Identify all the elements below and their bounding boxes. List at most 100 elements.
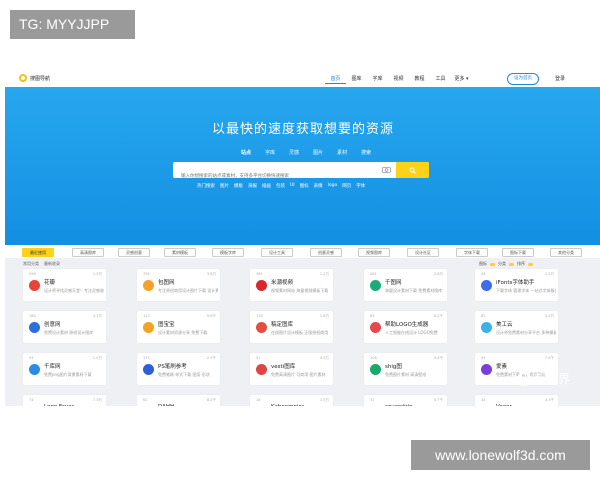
site-card[interactable]: 361 1.2万 米潮视频 视频素材网站 海量视频模板下载 bbox=[250, 269, 333, 301]
hot-keyword[interactable]: 包装 bbox=[276, 183, 285, 189]
card-like-count: 180 bbox=[29, 314, 36, 318]
site-card[interactable]: 62 5.2万 美工云 设计师免费素材分享平台 多种模板 bbox=[475, 311, 558, 343]
card-description: 免费图片素材 高清壁纸 bbox=[385, 372, 427, 377]
card-title: 创意网 bbox=[44, 322, 61, 328]
tab-design-tools[interactable]: 设计工具 bbox=[261, 248, 293, 257]
hot-keyword[interactable]: 表情 bbox=[314, 183, 323, 189]
card-visit-count: 1.8万 bbox=[319, 314, 329, 318]
nav-item-tutorial[interactable]: 教程 bbox=[409, 75, 430, 84]
hot-keyword[interactable]: 图标 bbox=[300, 183, 309, 189]
logo-text: 搜图导航 bbox=[30, 75, 51, 82]
card-title: coverstrip bbox=[385, 404, 413, 406]
site-card[interactable]: 180 4.1万 创意网 免费设计素材 原创设计图库 bbox=[23, 311, 106, 343]
tab-creative[interactable]: 创意灵感 bbox=[310, 248, 342, 257]
nav-item-more[interactable]: 更多 ▾ bbox=[451, 75, 472, 84]
card-description: 免费笔刷 样式下载 图案 形状 bbox=[158, 372, 210, 377]
tab-hd-gallery[interactable]: 高清图库 bbox=[72, 248, 104, 257]
site-card[interactable]: 281 2.8万 千图网 海量设计素材下载 免费素材图库 bbox=[364, 269, 447, 301]
site-card[interactable]: 54 1.0万 千库网 免费png图片背景素材下载 bbox=[23, 353, 106, 385]
view-toggles: 图标 分类 排序 bbox=[479, 261, 533, 267]
card-like-count: 93 bbox=[481, 356, 486, 360]
site-logo-icon bbox=[256, 322, 267, 333]
nav-item-video[interactable]: 视频 bbox=[388, 75, 409, 84]
card-like-count: 281 bbox=[370, 272, 377, 276]
search-cat-inspiration[interactable]: 灵感 bbox=[289, 149, 299, 156]
nav-item-home[interactable]: 首页 bbox=[325, 75, 346, 84]
site-card[interactable]: 51 4.2万 vesti图库 免费高清图片 可商用 图片素材 bbox=[250, 353, 333, 385]
tab-font-templates[interactable]: 模板字库 bbox=[212, 248, 244, 257]
card-description: 免费设计素材 原创设计图库 bbox=[44, 330, 94, 335]
site-card[interactable]: 628.4千DAHH设计师灵感分享社区 bbox=[137, 395, 220, 406]
filter-latest[interactable]: 最新收录 bbox=[44, 261, 60, 267]
search-input[interactable] bbox=[173, 167, 383, 178]
card-description: 设计师寻找灵感天堂！专注灵感收集 bbox=[44, 288, 104, 293]
card-like-count: 44 bbox=[481, 272, 486, 276]
tab-icon-download[interactable]: 图标下载 bbox=[502, 248, 534, 257]
toggle-category-switch[interactable] bbox=[509, 262, 514, 266]
search-button[interactable] bbox=[396, 162, 429, 178]
site-logo-icon bbox=[256, 280, 267, 291]
hot-keyword[interactable]: 插画 bbox=[262, 183, 271, 189]
card-title: 花瓣 bbox=[44, 280, 56, 286]
login-link[interactable]: 登录 bbox=[555, 75, 565, 82]
site-card[interactable]: 176 1.8万 稿定图库 在线图片设计模板 正版授权商用 bbox=[250, 311, 333, 343]
card-description: 设计师免费素材分享平台 多种模板 bbox=[496, 330, 556, 335]
toggle-icon-switch[interactable] bbox=[490, 262, 495, 266]
search-cat-search[interactable]: 搜索 bbox=[361, 149, 371, 156]
card-like-count: 171 bbox=[143, 356, 150, 360]
site-card[interactable]: 63 8.2千 帮助LOGO生成器 人工智能在线设计 LOGO免费 bbox=[364, 311, 447, 343]
tab-recent[interactable]: 最近使用 bbox=[22, 248, 54, 257]
site-card[interactable]: 315.7千coverstrip在线设计封面生成 免费模板 bbox=[364, 395, 447, 406]
site-card[interactable]: 598 1.3万 花瓣 设计师寻找灵感天堂！专注灵感收集 bbox=[23, 269, 106, 301]
tab-templates[interactable]: 素材模板 bbox=[164, 248, 196, 257]
card-title: shig图 bbox=[385, 364, 402, 370]
hot-keyword[interactable]: UI bbox=[290, 183, 295, 189]
site-logo-icon bbox=[481, 280, 492, 291]
toggle-label-category: 分类 bbox=[498, 261, 506, 266]
site-card[interactable]: 444.3千Veeer正版图片 矢量 视频素材平台 bbox=[475, 395, 558, 406]
search-cat-fonts[interactable]: 字库 bbox=[265, 149, 275, 156]
card-visit-count: 9.6千 bbox=[206, 314, 216, 318]
hot-keyword[interactable]: 字体 bbox=[356, 183, 365, 189]
search-cat-material[interactable]: 素材 bbox=[337, 149, 347, 156]
site-card[interactable]: 795 3.8万 包图网 专注原创商用设计图片下载 设计素材 bbox=[137, 269, 220, 301]
tab-font-download[interactable]: 字体下载 bbox=[456, 248, 488, 257]
site-logo-icon bbox=[370, 280, 381, 291]
category-tab-bar: 最近使用 高清图库 灵感创意 素材模板 模板字库 设计工具 创意灵感 视频图库 … bbox=[5, 245, 600, 258]
site-card[interactable]: 747.3万Logo Faves精选全球优秀logo设计作品 bbox=[23, 395, 106, 406]
card-like-count: 361 bbox=[256, 272, 263, 276]
hot-keyword[interactable]: 图片 bbox=[220, 183, 229, 189]
tab-video-gallery[interactable]: 视频图库 bbox=[358, 248, 390, 257]
set-home-button[interactable]: 设为首页 bbox=[507, 73, 539, 85]
hot-keyword[interactable]: 模板 bbox=[234, 183, 243, 189]
toggle-sort-switch[interactable] bbox=[528, 262, 533, 266]
hot-keyword[interactable]: logo bbox=[328, 183, 338, 189]
nav-item-fonts[interactable]: 字库 bbox=[367, 75, 388, 84]
search-cat-images[interactable]: 图片 bbox=[313, 149, 323, 156]
tab-others[interactable]: 其他分类 bbox=[550, 248, 582, 257]
site-card[interactable]: 44 1.5万 iFonts字体助手 下载字体 管理字体 一站式字体服务 bbox=[475, 269, 558, 301]
card-like-count: 31 bbox=[370, 398, 375, 402]
filter-common[interactable]: 常用分类 bbox=[23, 261, 39, 267]
hot-keyword[interactable]: 网页 bbox=[342, 183, 351, 189]
site-logo[interactable]: 搜图导航 bbox=[19, 74, 50, 82]
search-cat-site[interactable]: 站点 bbox=[241, 149, 251, 156]
card-title: 千图网 bbox=[385, 280, 402, 286]
camera-icon[interactable] bbox=[382, 166, 391, 173]
site-card[interactable]: 181.5万Kaboompics免费高清图片素材 可商用 bbox=[250, 395, 333, 406]
site-card[interactable]: 108 4.4千 shig图 免费图片素材 高清壁纸 bbox=[364, 353, 447, 385]
tab-community[interactable]: 设计社区 bbox=[407, 248, 439, 257]
card-like-count: 62 bbox=[143, 398, 148, 402]
nav-item-tools[interactable]: 工具 bbox=[430, 75, 451, 84]
site-card[interactable]: 171 2.9千 PS笔刷参考 免费笔刷 样式下载 图案 形状 bbox=[137, 353, 220, 385]
hot-label: 热门搜索 bbox=[197, 184, 215, 189]
nav-item-gallery[interactable]: 图库 bbox=[346, 75, 367, 84]
hot-keyword[interactable]: 海报 bbox=[248, 183, 257, 189]
card-visit-count: 4.2万 bbox=[319, 356, 329, 360]
card-like-count: 62 bbox=[481, 314, 486, 318]
hot-keywords: 热门搜索 图片 模板 海报 插画 包装 UI 图标 表情 logo 网页 字体 bbox=[197, 183, 365, 189]
search-icon bbox=[409, 167, 416, 174]
tab-inspiration[interactable]: 灵感创意 bbox=[118, 248, 150, 257]
site-card[interactable]: 123 9.6千 图宝宝 设计素材资源分享 免费下载 bbox=[137, 311, 220, 343]
card-visit-count: 8.4千 bbox=[206, 398, 216, 402]
